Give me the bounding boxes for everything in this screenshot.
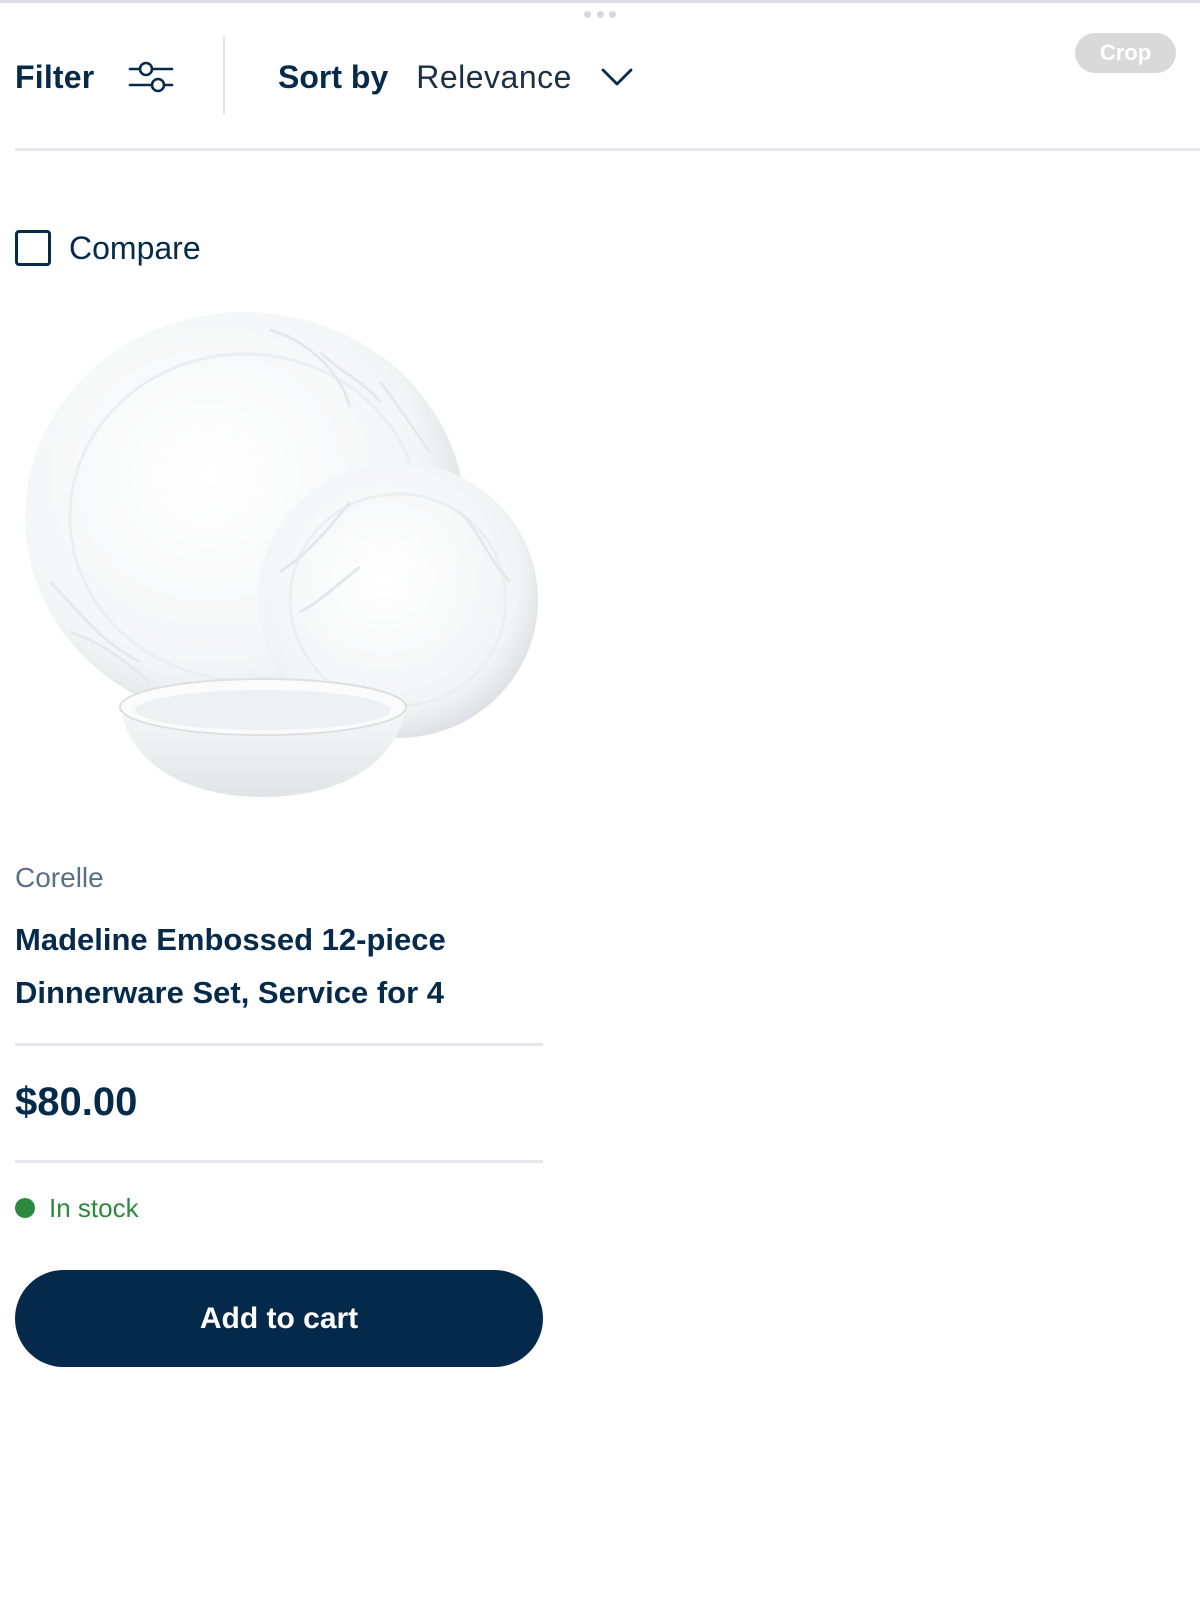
sort-dropdown[interactable]: Relevance	[416, 59, 634, 96]
in-stock-dot-icon	[15, 1198, 35, 1218]
sliders-icon	[129, 61, 174, 93]
drag-dot	[596, 11, 604, 18]
divider	[15, 1043, 543, 1046]
filter-label: Filter	[15, 58, 95, 95]
filter-button[interactable]: Filter	[15, 52, 174, 102]
sort-control: Sort by Relevance	[278, 52, 634, 102]
checkbox-box	[15, 230, 51, 266]
toolbar: Filter Sort by Relevance Crop	[0, 30, 1200, 152]
product-title[interactable]: Madeline Embossed 12-piece Dinnerware Se…	[15, 913, 555, 1019]
add-to-cart-button[interactable]: Add to cart	[15, 1270, 543, 1367]
toolbar-divider	[223, 37, 225, 114]
crop-button[interactable]: Crop	[1075, 33, 1176, 73]
chevron-down-icon	[601, 68, 633, 86]
drag-dot	[609, 11, 616, 18]
product-price: $80.00	[15, 1080, 138, 1124]
drag-dot	[584, 11, 591, 18]
compare-checkbox[interactable]: Compare	[15, 228, 201, 268]
stock-label: In stock	[49, 1192, 139, 1223]
product-brand: Corelle	[15, 862, 104, 893]
divider	[15, 1160, 543, 1163]
product-list-page: Filter Sort by Relevance Crop Compare Co…	[0, 0, 1200, 1600]
toolbar-divider-line	[15, 148, 1200, 151]
sort-value: Relevance	[416, 58, 572, 95]
drag-handle[interactable]	[584, 11, 616, 19]
sort-label: Sort by	[278, 58, 389, 95]
top-divider	[0, 0, 1200, 3]
compare-label: Compare	[69, 229, 201, 266]
stock-status: In stock	[15, 1193, 139, 1223]
product-image[interactable]	[20, 312, 540, 812]
